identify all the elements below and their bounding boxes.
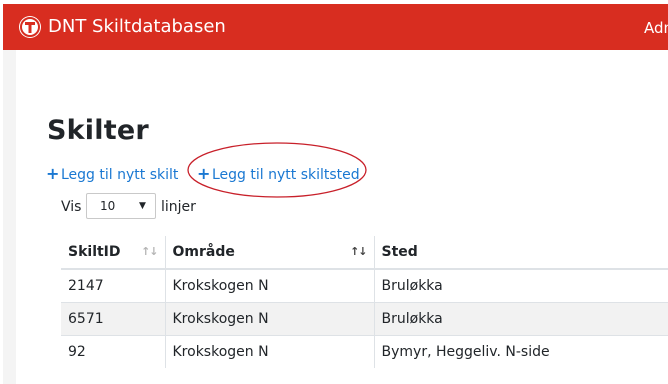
dnt-logo-icon[interactable] [19,16,41,38]
add-sign-label: Legg til nytt skilt [61,167,179,183]
table-header-row: SkiltID ↑↓ Område ↑↓ Sted [61,236,668,270]
highlight-ellipse-annotation [187,142,367,198]
length-menu-prefix: Vis [61,199,82,215]
table-cell: Krokskogen N [164,334,374,368]
table-row[interactable]: 6571 Krokskogen N Bruløkka [61,301,668,335]
rows-per-page-value: 10 [100,199,116,213]
table-cell: 92 [61,334,165,368]
rows-per-page-select[interactable]: 10 ▼ [86,193,156,219]
table-cell: Krokskogen N [164,301,374,335]
table-cell: Krokskogen N [164,268,374,302]
column-header-label: Område [172,244,235,260]
table-cell: Bruløkka [373,268,668,302]
top-navbar: DNT Skiltdatabasen Adm [3,4,668,50]
page-title: Skilter [47,115,149,146]
table-cell: 6571 [61,301,165,335]
column-header-sted[interactable]: Sted [373,236,668,270]
plus-icon: + [46,164,60,183]
column-header-skiltid[interactable]: SkiltID ↑↓ [61,236,165,270]
table-cell: 2147 [61,268,165,302]
column-header-label: Sted [381,244,418,260]
column-header-omrade[interactable]: Område ↑↓ [164,236,374,270]
table-cell: Bruløkka [373,301,668,335]
table-cell: Bymyr, Heggeliv. N-side [373,334,668,368]
table-row[interactable]: 2147 Krokskogen N Bruløkka [61,268,668,302]
left-edge-strip [3,50,16,384]
app-brand-title[interactable]: DNT Skiltdatabasen [48,16,226,38]
table-row[interactable]: 92 Krokskogen N Bymyr, Heggeliv. N-side [61,334,668,368]
chevron-down-icon: ▼ [139,201,146,211]
length-menu-suffix: linjer [161,199,196,215]
sort-icon: ↑↓ [141,245,158,258]
sort-icon: ↑↓ [350,245,367,258]
user-menu[interactable]: Adm [644,17,668,39]
column-header-label: SkiltID [68,244,121,260]
signs-table: SkiltID ↑↓ Område ↑↓ Sted 2147 Krokskoge… [61,236,668,368]
add-sign-link[interactable]: + Legg til nytt skilt [46,164,178,185]
